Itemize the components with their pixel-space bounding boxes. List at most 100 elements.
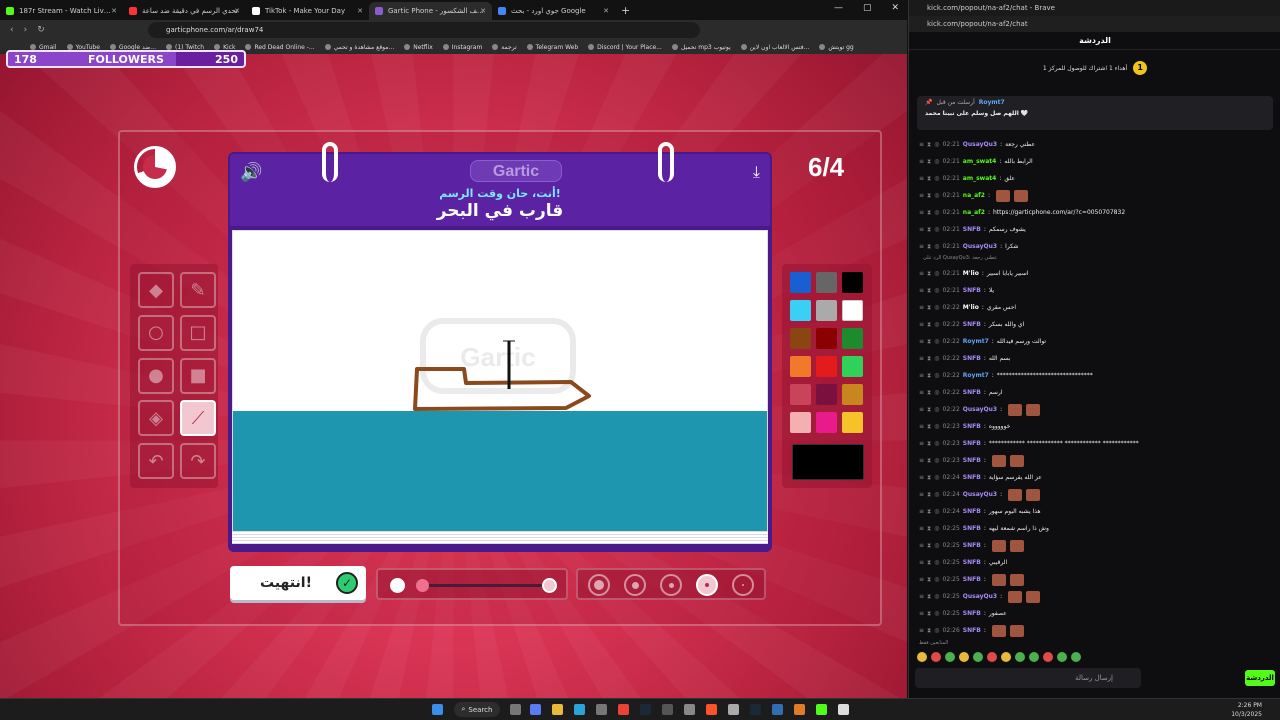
hourglass-icon[interactable]: ⧗ [927,287,931,295]
chat-message[interactable]: ≡ ⧗ ◎ 02:25 QusayQu3: [909,588,1280,605]
message-user[interactable]: SNFB [963,525,981,532]
browser-tab[interactable]: Gartic Phone - لعبة الهاتف الشكسور✕ [369,2,492,20]
chat-message[interactable]: ≡ ⧗ ◎ 02:21 SNFB: يلا [909,282,1280,299]
message-user[interactable]: SNFB [963,389,981,396]
drag-handle-icon[interactable]: ≡ [919,270,924,277]
drag-handle-icon[interactable]: ≡ [919,158,924,165]
drag-handle-icon[interactable]: ≡ [919,457,924,464]
hourglass-icon[interactable]: ⧗ [927,491,931,499]
bookmark-item[interactable]: فتس الالعاب اون لاين... [740,44,809,51]
hourglass-icon[interactable]: ⧗ [927,175,931,183]
slider-max-handle[interactable] [542,578,557,593]
hourglass-icon[interactable]: ⧗ [927,338,931,346]
chat-message[interactable]: ≡ ⧗ ◎ 02:22 SNFB: بسم الله [909,350,1280,367]
color-swatch[interactable] [816,356,837,377]
message-user[interactable]: SNFB [963,423,981,430]
drag-handle-icon[interactable]: ≡ [919,192,924,199]
drag-handle-icon[interactable]: ≡ [919,610,924,617]
chat-input[interactable]: إرسال رسالة [915,668,1141,688]
chat-message[interactable]: ≡ ⧗ ◎ 02:24 SNFB: هذا يشبه اليوم سهور [909,503,1280,520]
ellipse-fill-tool[interactable]: ● [138,357,174,394]
chat-message[interactable]: ≡ ⧗ ◎ 02:21 QusayQu3: عطني رجعة [909,136,1280,153]
message-user[interactable]: na_af2 [963,192,985,199]
message-user[interactable]: SNFB [963,355,981,362]
bookmark-item[interactable]: Instagram [442,44,482,51]
chat-message[interactable]: ≡ ⧗ ◎ 02:21 SNFB: يشوف رسمكم [909,221,1280,238]
color-swatch[interactable] [842,272,863,293]
chat-message[interactable]: ≡ ⧗ ◎ 02:21 am_swat4: الرابط بالله [909,153,1280,170]
color-swatch[interactable] [816,412,837,433]
tab-close-icon[interactable]: ✕ [357,7,363,15]
brush-size-slider[interactable] [376,568,568,600]
tab-close-icon[interactable]: ✕ [603,7,609,15]
steam-icon-2[interactable] [750,704,761,715]
emote-icon[interactable] [1015,652,1025,662]
app-icon-2[interactable] [684,704,695,715]
hourglass-icon[interactable]: ⧗ [927,627,931,635]
drag-handle-icon[interactable]: ≡ [919,209,924,216]
hourglass-icon[interactable]: ⧗ [927,372,931,380]
drag-handle-icon[interactable]: ≡ [919,355,924,362]
color-swatch[interactable] [816,328,837,349]
brave-icon[interactable] [706,704,717,715]
tab-close-icon[interactable]: ✕ [111,7,117,15]
drag-handle-icon[interactable]: ≡ [919,243,924,250]
chat-message[interactable]: ≡ ⧗ ◎ 02:22 M'lio: احس مقري [909,299,1280,316]
message-user[interactable]: QusayQu3 [963,141,997,148]
chrome-icon[interactable] [618,704,629,715]
color-swatch[interactable] [842,328,863,349]
drag-handle-icon[interactable]: ≡ [919,542,924,549]
hourglass-icon[interactable]: ⧗ [927,440,931,448]
color-swatch[interactable] [842,412,863,433]
chat-message[interactable]: ≡ ⧗ ◎ 02:21 na_af2: [909,187,1280,204]
speaker-icon[interactable]: 🔊 [240,162,262,183]
chat-message[interactable]: ≡ ⧗ ◎ 02:25 SNFB: عصفور [909,605,1280,622]
chat-message[interactable]: ≡ ⧗ ◎ 02:21 am_swat4: علق [909,170,1280,187]
hourglass-icon[interactable]: ⧗ [927,158,931,166]
hourglass-icon[interactable]: ⧗ [927,423,931,431]
message-user[interactable]: am_swat4 [963,158,997,165]
emote-icon[interactable] [959,652,969,662]
browser-tab[interactable]: TikTok - Make Your Day ✕ [246,2,369,20]
drag-handle-icon[interactable]: ≡ [919,321,924,328]
line-tool[interactable]: ⟋ [180,400,216,437]
chat-message[interactable]: ≡ ⧗ ◎ 02:25 SNFB: [909,571,1280,588]
hourglass-icon[interactable]: ⧗ [927,508,931,516]
drag-handle-icon[interactable]: ≡ [919,508,924,515]
bookmark-item[interactable]: تويتش gg [819,44,854,51]
app-icon[interactable] [662,704,673,715]
message-user[interactable]: SNFB [963,610,981,617]
bookmark-item[interactable]: Netflix [404,44,433,51]
drag-handle-icon[interactable]: ≡ [919,440,924,447]
message-user[interactable]: QusayQu3 [963,491,997,498]
chat-message[interactable]: ≡ ⧗ ◎ 02:24 SNFB: عز الله يقرسم سؤاية [909,469,1280,486]
browser-tab[interactable]: جوي اورد - بحث Google ✕ [492,2,615,20]
chat-message[interactable]: ≡ ⧗ ◎ 02:26 SNFB: [909,622,1280,639]
hourglass-icon[interactable]: ⧗ [927,355,931,363]
message-user[interactable]: M'lio [963,270,979,277]
color-swatch[interactable] [842,300,863,321]
app-icon-4[interactable] [772,704,783,715]
kick-icon[interactable] [816,704,827,715]
drag-handle-icon[interactable]: ≡ [919,338,924,345]
message-user[interactable]: SNFB [963,559,981,566]
edge-icon[interactable] [574,704,585,715]
color-swatch[interactable] [790,300,811,321]
chat-message[interactable]: ≡ ⧗ ◎ 02:25 SNFB: وش ذا راسم شمعة ليهه [909,520,1280,537]
chat-message[interactable]: ≡ ⧗ ◎ 02:25 SNFB: الرقيبي [909,554,1280,571]
color-swatch[interactable] [816,300,837,321]
color-swatch[interactable] [842,384,863,405]
brush-size-option[interactable] [624,574,646,596]
steam-icon[interactable] [640,704,651,715]
message-user[interactable]: SNFB [963,440,981,447]
hourglass-icon[interactable]: ⧗ [927,192,931,200]
color-swatch[interactable] [790,356,811,377]
minimize-icon[interactable]: — [834,3,843,13]
emote-icon[interactable] [1057,652,1067,662]
message-user[interactable]: Roymt7 [963,372,989,379]
drag-handle-icon[interactable]: ≡ [919,593,924,600]
emote-icon[interactable] [1071,652,1081,662]
send-button[interactable]: الدردشة [1245,670,1275,686]
color-swatch[interactable] [790,412,811,433]
hourglass-icon[interactable]: ⧗ [927,457,931,465]
